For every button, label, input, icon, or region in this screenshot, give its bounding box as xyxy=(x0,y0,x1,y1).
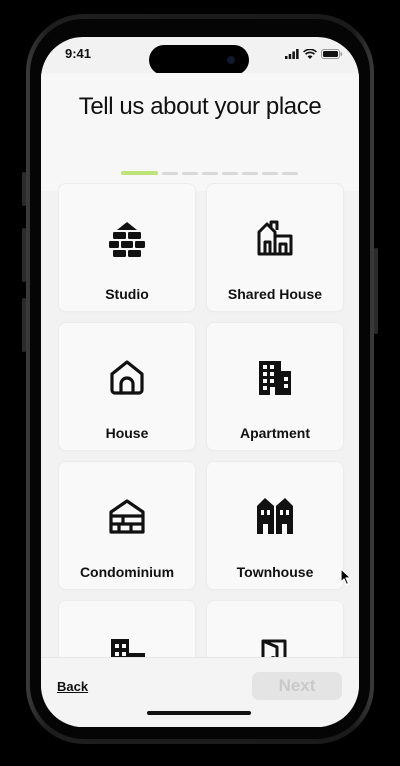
status-bar: 9:41 xyxy=(41,37,359,75)
page-title: Tell us about your place xyxy=(78,93,322,120)
step-indicator xyxy=(162,171,178,175)
mouse-cursor-icon xyxy=(340,568,352,586)
apartment-building-icon xyxy=(259,361,291,395)
cellular-signal-icon xyxy=(285,49,299,59)
app-screen: 9:41 Tell us about your place Studio Sha… xyxy=(41,37,359,727)
silent-switch xyxy=(22,172,26,206)
home-indicator xyxy=(147,711,251,715)
next-button[interactable]: Next xyxy=(252,672,342,700)
property-card-label: Studio xyxy=(105,286,149,302)
property-card-shared-house[interactable]: Shared House xyxy=(206,183,344,312)
condominium-icon xyxy=(109,499,145,534)
step-progress xyxy=(121,171,298,175)
property-card-label: Apartment xyxy=(239,425,310,441)
shared-house-icon xyxy=(257,220,293,256)
property-type-grid: Studio Shared House House Apartment Cond… xyxy=(58,183,344,727)
property-card-house[interactable]: House xyxy=(58,322,196,451)
header: Tell us about your place xyxy=(41,73,359,191)
property-card-label: Condominium xyxy=(79,564,175,580)
property-card-label: House xyxy=(105,425,149,441)
battery-icon xyxy=(321,49,343,59)
step-indicator xyxy=(182,171,198,175)
house-icon xyxy=(110,360,144,395)
step-indicator xyxy=(262,171,278,175)
property-card-condominium[interactable]: Condominium xyxy=(58,461,196,590)
bricks-icon xyxy=(109,222,145,257)
step-indicator xyxy=(202,171,218,175)
step-indicator xyxy=(242,171,258,175)
property-card-label: Townhouse xyxy=(236,564,314,580)
property-card-townhouse[interactable]: Townhouse xyxy=(206,461,344,590)
property-card-studio[interactable]: Studio xyxy=(58,183,196,312)
step-indicator xyxy=(222,171,238,175)
volume-down-button xyxy=(22,298,26,352)
power-button xyxy=(374,248,378,334)
bottom-navigation-bar: Back Next xyxy=(41,657,359,727)
dynamic-island xyxy=(149,45,249,75)
property-card-label: Shared House xyxy=(227,286,323,302)
volume-up-button xyxy=(22,228,26,282)
step-indicator-active xyxy=(121,171,158,175)
property-card-apartment[interactable]: Apartment xyxy=(206,322,344,451)
step-indicator xyxy=(282,171,298,175)
status-time: 9:41 xyxy=(65,46,92,61)
back-link[interactable]: Back xyxy=(57,679,88,694)
status-icons xyxy=(285,49,343,59)
wifi-icon xyxy=(303,49,317,59)
townhouse-icon xyxy=(257,498,293,534)
